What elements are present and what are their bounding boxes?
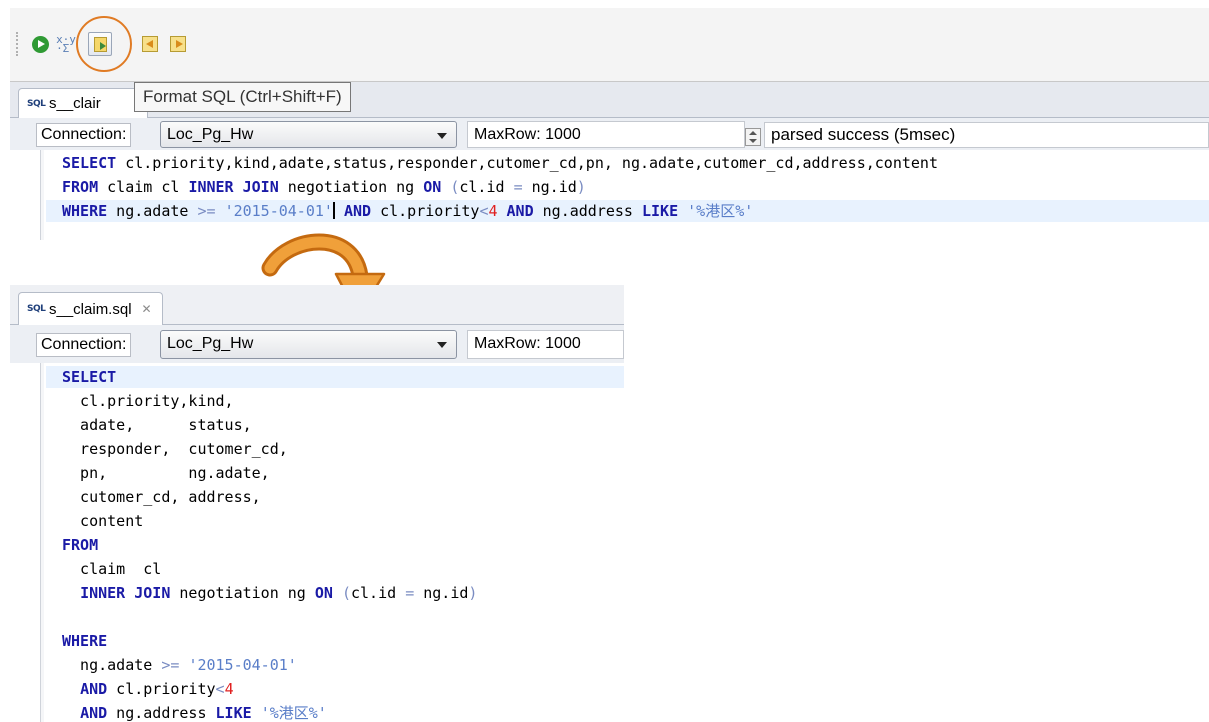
toolbar-grip[interactable] xyxy=(16,32,19,56)
maxrow-value: 1000 xyxy=(545,126,581,143)
parse-status: parsed success (5msec) xyxy=(764,122,1209,148)
code-line: FROM claim cl INNER JOIN negotiation ng … xyxy=(62,178,586,196)
code-line: AND cl.priority<4 xyxy=(80,680,234,698)
sql-file-icon: SQL xyxy=(27,98,46,109)
tab-label: s__claim.sql xyxy=(49,300,132,318)
code-line: WHERE ng.adate >= '2015-04-01' AND cl.pr… xyxy=(62,202,754,220)
connection-bar: Connection: Loc_Pg_Hw MaxRow: 1000 parse… xyxy=(10,118,1209,150)
tab-label: s__clair xyxy=(49,95,101,112)
maxrow-spinner[interactable] xyxy=(745,128,761,146)
code-line: AND ng.address LIKE '%港区%' xyxy=(80,704,327,722)
editor-tabbar: SQL s__claim.sql ✕ xyxy=(10,285,624,325)
explain-icon[interactable]: x·y ·Σ xyxy=(56,34,76,54)
format-sql-highlight-circle xyxy=(76,16,132,72)
code-line: cutomer_cd, address, xyxy=(62,488,261,506)
sql-editor-bottom[interactable]: SELECT cl.priority,kind, adate, status, … xyxy=(10,363,624,722)
code-line: responder, cutomer_cd, xyxy=(62,440,288,458)
connection-select[interactable]: Loc_Pg_Hw xyxy=(160,330,457,359)
editor-gutter xyxy=(40,363,44,722)
connection-value: Loc_Pg_Hw xyxy=(167,126,254,143)
connection-select[interactable]: Loc_Pg_Hw xyxy=(160,121,457,148)
current-line-highlight xyxy=(46,366,624,388)
sql-editor-top[interactable]: SELECT cl.priority,kind,adate,status,res… xyxy=(10,150,1209,240)
maxrow-field[interactable]: MaxRow: 1000 xyxy=(467,121,745,148)
code-line: SELECT xyxy=(62,368,117,386)
connection-value: Loc_Pg_Hw xyxy=(167,335,254,352)
connection-label: Connection: xyxy=(36,333,132,357)
format-sql-tooltip: Format SQL (Ctrl+Shift+F) xyxy=(134,82,351,112)
bottom-sql-editor-panel: SQL s__claim.sql ✕ Connection: Loc_Pg_Hw… xyxy=(10,285,624,722)
tab-s-claim-sql[interactable]: SQL s__claim.sql ✕ xyxy=(18,292,163,325)
previous-statement-icon[interactable] xyxy=(140,34,160,54)
code-line: ng.adate >= '2015-04-01' xyxy=(62,656,297,674)
maxrow-label: MaxRow: xyxy=(474,335,541,352)
code-line: WHERE xyxy=(62,632,108,650)
code-line: content xyxy=(62,512,144,530)
editor-gutter xyxy=(40,150,44,240)
maxrow-label: MaxRow: xyxy=(474,126,541,143)
connection-label: Connection: xyxy=(36,123,132,147)
code-line: adate, status, xyxy=(62,416,252,434)
code-line: FROM xyxy=(62,536,99,554)
next-statement-icon[interactable] xyxy=(168,34,188,54)
top-sql-editor-panel: x·y ·Σ SQL s__clair Format SQL (Ctrl+Shi… xyxy=(10,8,1209,240)
sql-file-icon: SQL xyxy=(27,304,46,314)
code-line: SELECT cl.priority,kind,adate,status,res… xyxy=(62,154,938,172)
tab-s-claim-sql[interactable]: SQL s__clair xyxy=(18,88,148,118)
maxrow-field[interactable]: MaxRow: 1000 xyxy=(467,330,624,359)
code-line: pn, ng.adate, xyxy=(62,464,270,482)
chevron-down-icon xyxy=(437,342,447,348)
code-line: INNER JOIN negotiation ng ON (cl.id = ng… xyxy=(80,584,478,602)
maxrow-value: 1000 xyxy=(545,335,581,352)
sql-toolbar: x·y ·Σ xyxy=(10,8,1209,82)
close-tab-icon[interactable]: ✕ xyxy=(142,302,152,316)
connection-bar: Connection: Loc_Pg_Hw MaxRow: 1000 xyxy=(10,325,624,363)
run-icon[interactable] xyxy=(30,34,50,54)
code-line: claim cl xyxy=(62,560,162,578)
code-line: cl.priority,kind, xyxy=(62,392,234,410)
chevron-down-icon xyxy=(437,133,447,139)
